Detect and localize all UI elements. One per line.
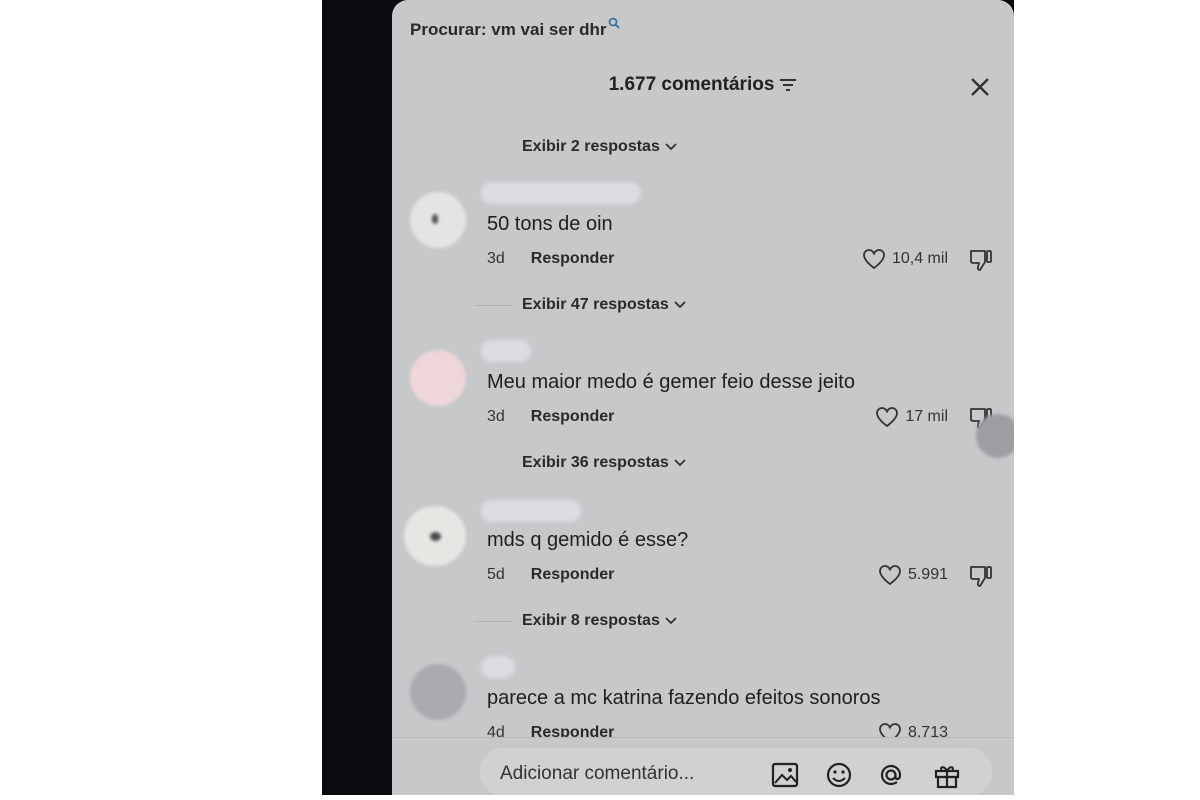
comments-panel: Procurar: vm vai ser dhr 1.677 comentári… [392,0,1014,795]
reply-divider [474,305,512,306]
search-label: Procurar: vm vai ser dhr [410,20,607,39]
comment-item: Meu maior medo é gemer feio desse jeito … [392,338,1014,438]
filter-icon[interactable] [779,78,797,92]
comment-input-bar: Adicionar comentário... [392,737,1014,795]
like-button[interactable]: 10,4 mil [862,248,948,270]
like-count: 5.991 [907,566,948,583]
view-replies-label: Exibir 36 respostas [522,454,669,471]
like-button[interactable]: 5.991 [878,564,948,586]
username-redacted[interactable] [481,500,581,522]
view-replies-button[interactable]: Exibir 36 respostas [522,454,687,472]
floating-bubble[interactable] [976,414,1014,458]
comments-header: 1.677 comentários [392,74,1014,96]
comment-text: Meu maior medo é gemer feio desse jeito [487,371,855,393]
chevron-down-icon [673,300,687,310]
like-count: 17 mil [905,408,948,425]
username-redacted[interactable] [481,182,641,204]
reply-button[interactable]: Responder [531,250,615,268]
view-replies-label: Exibir 8 respostas [522,612,660,629]
avatar[interactable] [410,350,466,406]
heart-icon [875,406,899,428]
view-replies-button[interactable]: Exibir 2 respostas [522,138,678,156]
comment-age: 3d [487,408,505,425]
heart-icon [878,564,902,586]
view-replies-button[interactable]: Exibir 8 respostas [474,612,678,630]
search-suggestion[interactable]: Procurar: vm vai ser dhr [410,17,620,40]
avatar[interactable] [404,506,466,566]
view-replies-label: Exibir 2 respostas [522,138,660,155]
reply-button[interactable]: Responder [531,566,615,584]
avatar[interactable] [410,192,466,248]
comments-count-title: 1.677 comentários [608,74,775,95]
comment-input[interactable]: Adicionar comentário... [480,748,992,795]
chevron-down-icon [664,142,678,152]
view-replies-button[interactable]: Exibir 47 respostas [474,296,687,314]
avatar[interactable] [410,664,466,720]
comment-meta: 3d Responder [487,250,614,268]
reply-divider [474,621,512,622]
comment-text: mds q gemido é esse? [487,529,689,551]
gift-icon[interactable] [932,760,962,790]
heart-icon [862,248,886,270]
reply-button[interactable]: Responder [531,408,615,426]
comment-age: 5d [487,566,505,583]
like-button[interactable]: 17 mil [875,406,948,428]
image-icon[interactable] [770,760,800,790]
comment-item: 50 tons de oin 3d Responder 10,4 mil [392,180,1014,280]
like-count: 10,4 mil [891,250,948,267]
mention-icon[interactable] [876,760,906,790]
comment-age: 3d [487,250,505,267]
comment-text: 50 tons de oin [487,213,613,235]
chevron-down-icon [673,458,687,468]
username-redacted[interactable] [481,656,515,678]
dislike-icon[interactable] [968,564,994,588]
chevron-down-icon [664,616,678,626]
view-replies-label: Exibir 47 respostas [522,296,669,313]
comment-text: parece a mc katrina fazendo efeitos sono… [487,687,881,709]
emoji-icon[interactable] [824,760,854,790]
search-icon [608,17,620,32]
comment-input-placeholder: Adicionar comentário... [500,763,695,784]
username-redacted[interactable] [481,340,531,362]
comment-meta: 5d Responder [487,566,614,584]
close-icon[interactable] [968,75,992,99]
comment-item: mds q gemido é esse? 5d Responder 5.991 [392,496,1014,596]
dislike-icon[interactable] [968,248,994,272]
comment-meta: 3d Responder [487,408,614,426]
